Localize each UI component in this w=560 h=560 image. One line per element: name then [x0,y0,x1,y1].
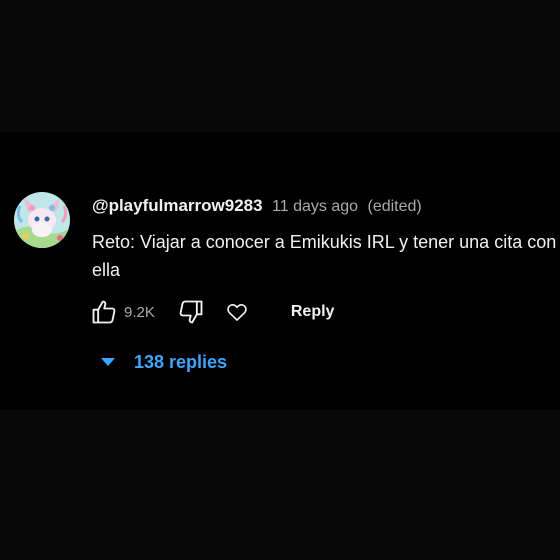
reply-button[interactable]: Reply [291,303,335,321]
comment-body: @playfulmarrow9283 11 days ago (edited) … [92,192,556,372]
edited-label: (edited) [367,198,422,215]
heart-icon [227,304,247,321]
comment-text: Reto: Viajar a conocer a Emikukis IRL y … [92,232,557,280]
thumbs-down-icon [179,300,203,324]
author-name[interactable]: @playfulmarrow9283 [92,196,263,215]
thumbs-up-icon [92,300,116,324]
dislike-button[interactable] [175,296,207,328]
comment-header: @playfulmarrow9283 11 days ago (edited) [92,192,554,220]
like-count: 9.2K [124,303,155,321]
avatar-image [14,192,70,248]
like-button[interactable] [88,296,120,328]
heart-button[interactable] [221,296,253,328]
comment-timestamp[interactable]: 11 days ago [272,198,358,215]
comment-actions: 9.2K Reply [88,296,334,328]
caret-down-icon [101,358,115,366]
view-replies-button[interactable]: 138 replies [100,348,227,376]
comment-page: @playfulmarrow9283 11 days ago (edited) … [0,0,560,560]
replies-count: 138 replies [134,351,228,372]
avatar[interactable] [14,192,70,248]
